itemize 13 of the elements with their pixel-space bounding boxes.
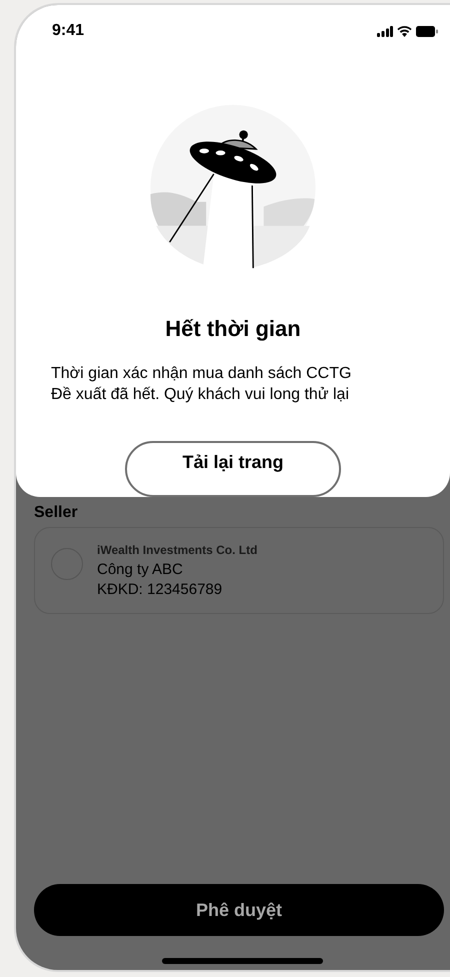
dialog-message: Thời gian xác nhận mua danh sách CCTG Đề xuất đã hết. Quý khách vui long thử lại xyxy=(50,364,352,405)
approve-button[interactable]: Phê duyệt xyxy=(34,884,444,936)
status-time: 9:41 xyxy=(52,21,84,41)
reload-button[interactable]: Tải lại trang xyxy=(125,440,341,497)
seller-name: iWealth Investments Co. Ltd xyxy=(97,544,258,556)
section-heading: Seller xyxy=(34,503,79,523)
dialog-title: Hết thời gian xyxy=(165,314,301,343)
seller-card[interactable]: iWealth Investments Co. Ltd Công ty ABC KĐKD: 123456789 xyxy=(34,527,444,614)
company-name: Công ty ABC xyxy=(97,560,184,580)
battery-icon xyxy=(416,26,438,36)
signal-icon xyxy=(377,26,393,36)
wifi-icon xyxy=(397,26,412,36)
license-number: KĐKD: 123456789 xyxy=(97,580,224,600)
